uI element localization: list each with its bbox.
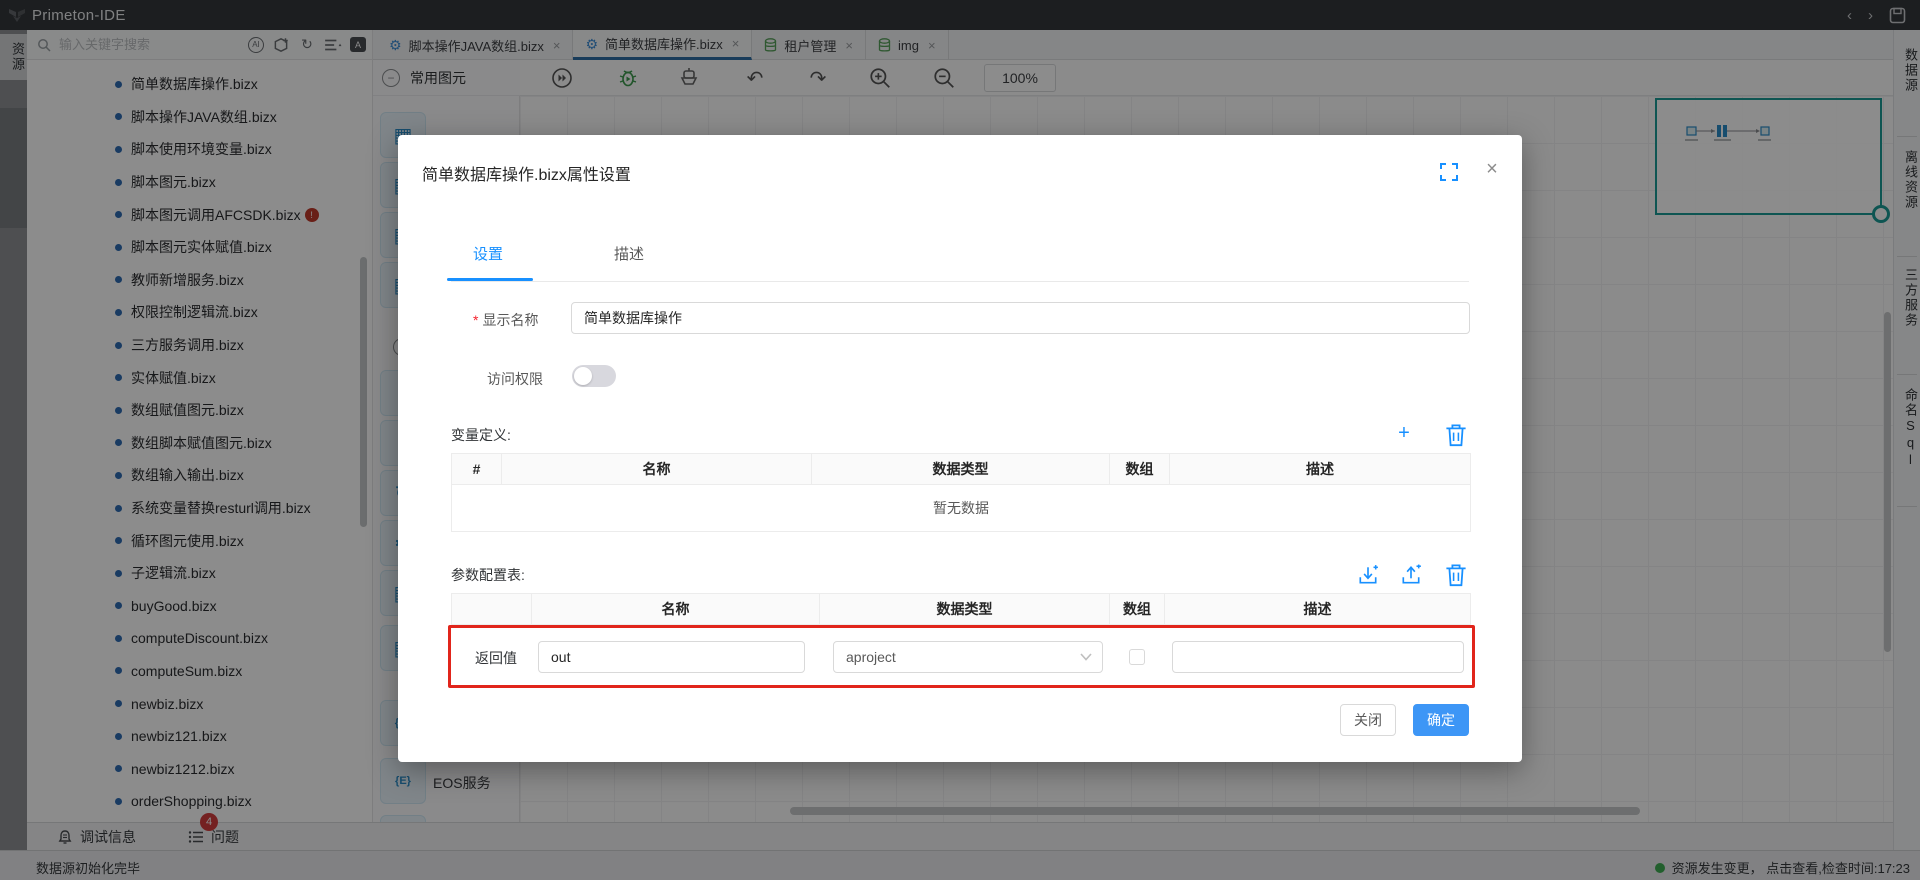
chevron-down-icon bbox=[1080, 653, 1092, 661]
access-permission-toggle[interactable] bbox=[572, 365, 616, 387]
params-section-title: 参数配置表: bbox=[451, 565, 525, 585]
access-permission-label: 访问权限 bbox=[487, 369, 543, 389]
param-type-select[interactable]: aproject bbox=[833, 641, 1103, 673]
return-value-label: 返回值 bbox=[461, 648, 531, 668]
close-dialog-icon[interactable]: × bbox=[1480, 157, 1504, 181]
variables-table-header: # 名称 数据类型 数组 描述 bbox=[452, 454, 1470, 485]
dialog-tab-settings[interactable]: 设置 bbox=[473, 243, 503, 264]
variables-section-title: 变量定义: bbox=[451, 425, 511, 445]
variables-table: # 名称 数据类型 数组 描述 暂无数据 bbox=[451, 453, 1471, 532]
required-mark: * bbox=[473, 312, 478, 328]
dialog-title: 简单数据库操作.bizx属性设置 bbox=[422, 161, 631, 185]
param-name-input[interactable] bbox=[538, 641, 805, 673]
delete-params-icon[interactable] bbox=[1445, 563, 1467, 587]
ide-window: Primeton-IDE ‹ › 资源 AI ↻ bbox=[0, 0, 1920, 880]
display-name-input[interactable] bbox=[571, 302, 1470, 334]
import-params-icon[interactable] bbox=[1357, 563, 1379, 587]
dialog-tab-description[interactable]: 描述 bbox=[614, 243, 644, 264]
close-button[interactable]: 关闭 bbox=[1340, 704, 1396, 736]
delete-variable-icon[interactable] bbox=[1445, 423, 1467, 447]
display-name-label: *显示名称 bbox=[473, 310, 538, 330]
properties-dialog: 简单数据库操作.bizx属性设置 × 设置 描述 *显示名称 访问权限 变量定义… bbox=[398, 135, 1522, 762]
toggle-knob bbox=[574, 367, 592, 385]
empty-data-text: 暂无数据 bbox=[452, 485, 1470, 531]
param-array-checkbox[interactable] bbox=[1129, 649, 1145, 665]
param-desc-input[interactable] bbox=[1172, 641, 1464, 673]
divider bbox=[451, 281, 1469, 282]
add-variable-icon[interactable]: + bbox=[1393, 421, 1415, 445]
params-table-header: 名称 数据类型 数组 描述 bbox=[452, 594, 1470, 625]
params-table: 名称 数据类型 数组 描述 bbox=[451, 593, 1471, 625]
return-value-row: 返回值 aproject bbox=[448, 625, 1475, 688]
fullscreen-icon[interactable] bbox=[1440, 163, 1458, 181]
export-params-icon[interactable] bbox=[1400, 563, 1422, 587]
ok-button[interactable]: 确定 bbox=[1413, 704, 1469, 736]
